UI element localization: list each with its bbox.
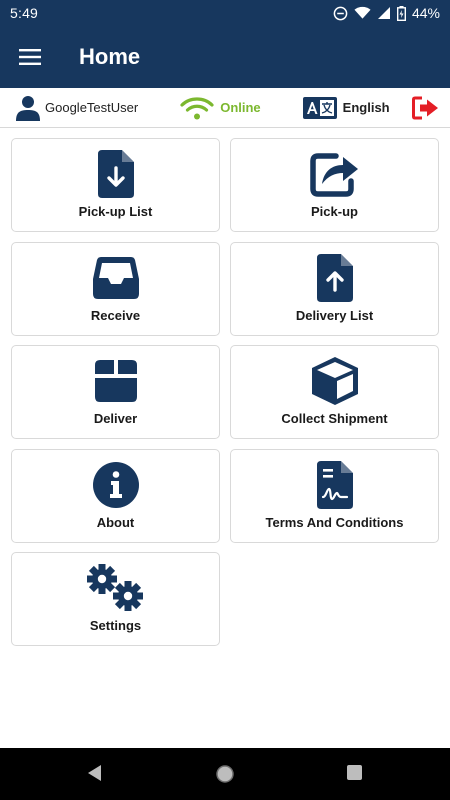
file-download-icon xyxy=(97,150,134,198)
battery-icon xyxy=(396,5,406,21)
tile-label: Pick-up xyxy=(311,204,358,219)
tile-pickup[interactable]: Pick-up xyxy=(230,138,439,232)
signed-document-icon xyxy=(316,461,353,509)
tile-settings[interactable]: Settings xyxy=(11,552,220,646)
tile-delivery-list[interactable]: Delivery List xyxy=(230,242,439,336)
logout-icon xyxy=(412,96,438,120)
do-not-disturb-icon xyxy=(333,6,348,20)
tile-label: Settings xyxy=(89,618,142,633)
hamburger-menu-icon xyxy=(19,49,41,65)
tile-deliver[interactable]: Deliver xyxy=(11,345,220,439)
tile-label: Pick-up List xyxy=(78,204,153,219)
language-selector[interactable]: English xyxy=(302,96,390,119)
status-icons: 44% xyxy=(333,5,440,21)
logout-button[interactable] xyxy=(412,96,440,123)
inbox-tray-icon xyxy=(92,257,139,299)
gears-icon xyxy=(86,564,143,611)
tile-label: About xyxy=(96,515,135,530)
box-icon xyxy=(94,360,137,402)
connection-label: Online xyxy=(220,100,261,115)
connection-status: Online xyxy=(180,96,261,120)
tile-label: Terms And Conditions xyxy=(265,515,404,530)
cube-icon xyxy=(311,357,358,405)
menu-button[interactable] xyxy=(0,26,60,88)
battery-percent: 44% xyxy=(411,5,440,21)
tile-about[interactable]: About xyxy=(11,449,220,543)
wifi-online-icon xyxy=(180,96,214,119)
tile-label: Collect Shipment xyxy=(281,411,388,426)
back-icon[interactable] xyxy=(86,764,104,782)
info-bar: GoogleTestUser Online English xyxy=(0,88,450,128)
app-bar: Home xyxy=(0,26,450,88)
tile-terms-and-conditions[interactable]: Terms And Conditions xyxy=(230,449,439,543)
user-info: GoogleTestUser xyxy=(16,95,138,121)
user-icon xyxy=(16,95,40,121)
tile-collect-shipment[interactable]: Collect Shipment xyxy=(230,345,439,439)
home-icon[interactable] xyxy=(215,764,235,784)
file-upload-icon xyxy=(316,254,353,302)
tile-label: Delivery List xyxy=(295,308,374,323)
tile-label: Receive xyxy=(90,308,141,323)
tile-pickup-list[interactable]: Pick-up List xyxy=(11,138,220,232)
info-icon xyxy=(92,462,139,508)
language-label: English xyxy=(342,100,390,115)
signal-icon xyxy=(377,7,390,19)
wifi-icon xyxy=(354,6,371,19)
recents-icon[interactable] xyxy=(346,764,363,781)
share-icon xyxy=(309,153,358,197)
page-title: Home xyxy=(79,44,141,69)
user-name: GoogleTestUser xyxy=(45,100,139,115)
status-bar: 5:49 44% xyxy=(0,0,450,26)
status-time: 5:49 xyxy=(10,5,39,21)
tile-receive[interactable]: Receive xyxy=(11,242,220,336)
tile-label: Deliver xyxy=(93,411,138,426)
translate-icon xyxy=(302,96,337,119)
system-nav-bar xyxy=(0,748,450,800)
